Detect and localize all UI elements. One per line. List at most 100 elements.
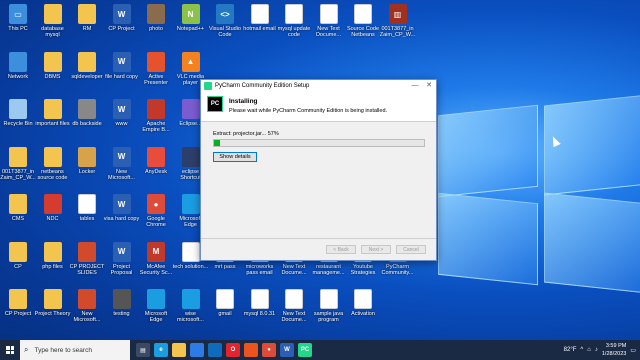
file-icon [9, 51, 27, 72]
desktop-icon[interactable]: DBMS [36, 50, 70, 94]
desktop-icon[interactable]: tables [70, 192, 104, 236]
desktop-icon[interactable]: wise microsoft... [174, 287, 208, 331]
opera-icon[interactable]: O [226, 343, 240, 357]
next-button[interactable]: Next > [361, 245, 391, 254]
tray-chevron-icon[interactable]: ^ [580, 347, 583, 353]
desktop-icon-label: sqldeveloper [71, 73, 103, 80]
desktop-icon[interactable]: New Microsoft... [70, 287, 104, 331]
desktop-icon[interactable]: Microsoft Edge [139, 287, 173, 331]
dialog-titlebar[interactable]: PyCharm Community Edition Setup — ✕ [201, 80, 436, 92]
desktop-icon[interactable]: Project Theory [34, 287, 71, 331]
desktop-icon[interactable]: Apache Empire B... [139, 97, 173, 141]
taskbar-search[interactable]: ⌕ Type here to search [20, 340, 130, 360]
desktop-icon[interactable]: mysql 8.0.31 [243, 287, 277, 331]
cancel-button[interactable]: Cancel [396, 245, 426, 254]
desktop-icon[interactable]: CP PROJECT SLIDES [70, 240, 104, 284]
setup-dialog: PyCharm Community Edition Setup — ✕ PC I… [200, 79, 437, 261]
chrome-icon[interactable]: ● [262, 343, 276, 357]
desktop-icon[interactable]: CMS [1, 192, 35, 236]
recorder-icon[interactable] [244, 343, 258, 357]
desktop-icon[interactable]: sample java program [312, 287, 346, 331]
desktop-icon-label: This PC [8, 26, 28, 32]
desktop-icon[interactable]: Wvisa hard copy [103, 192, 140, 236]
desktop-icon[interactable]: gmail [208, 287, 242, 331]
desktop-icon[interactable]: important files [35, 97, 70, 141]
desktop-icon-label: microworks pass email [245, 263, 274, 276]
desktop-icon[interactable]: NDC [36, 192, 70, 236]
desktop-icon[interactable]: Wwww [105, 97, 139, 141]
desktop-icon-label: RM [82, 26, 92, 32]
desktop-icon[interactable]: ▥ 001T3877_in Zaim_CP_W... [380, 2, 415, 46]
volume-icon[interactable]: ♪ [595, 347, 598, 353]
start-button[interactable] [0, 340, 20, 360]
desktop-icon[interactable]: Wfile hard copy [105, 50, 139, 94]
desktop-icon-label: AnyDesk [144, 168, 167, 175]
desktop-icon[interactable]: testing [105, 287, 139, 331]
file-icon [78, 99, 96, 119]
task-view-icon[interactable]: ▤ [136, 343, 150, 357]
close-button[interactable]: ✕ [422, 80, 436, 92]
desktop-icon[interactable]: Recycle Bin [1, 97, 35, 141]
show-details-button[interactable]: Show details [213, 152, 257, 162]
desktop-icon[interactable]: sqldeveloper [70, 50, 104, 94]
desktop-icon[interactable]: W CP Project [105, 2, 139, 46]
minimize-button[interactable]: — [408, 80, 422, 92]
desktop-icon[interactable]: Active Presenter [139, 50, 173, 94]
file-icon [43, 51, 62, 72]
desktop-icon-label: Network [7, 73, 29, 80]
word-icon[interactable]: W [280, 343, 294, 357]
desktop-icon-label: NDC [46, 216, 59, 222]
notifications-icon[interactable]: ▭ [630, 347, 636, 354]
desktop-icon[interactable]: netbeans source code [36, 145, 70, 189]
mail-icon[interactable] [208, 343, 222, 357]
file-icon: W [112, 4, 131, 24]
weather-text[interactable]: 82°F [564, 347, 577, 353]
desktop-icon[interactable]: W Project Proposal [105, 240, 139, 284]
clock[interactable]: 3:59 PM 1/28/2023 [602, 342, 626, 358]
desktop-icon[interactable]: Network [1, 50, 35, 94]
desktop-icon[interactable]: database mysql [36, 2, 70, 46]
desktop-icon[interactable]: hotmail email [243, 2, 277, 46]
desktop-icon-label: Project Theory [34, 311, 71, 317]
file-icon [147, 99, 165, 119]
desktop-icon[interactable]: W New Microsoft... [105, 145, 139, 189]
desktop-icon-label: McAfee Security Sc... [139, 263, 173, 276]
back-button[interactable]: < Back [326, 245, 356, 254]
store-icon[interactable] [190, 343, 204, 357]
desktop-icon[interactable]: AnyDesk [139, 145, 173, 189]
desktop-icon[interactable]: CP Project [1, 287, 35, 331]
dialog-title: PyCharm Community Edition Setup [215, 83, 310, 89]
desktop-icon[interactable]: Locker [70, 145, 104, 189]
file-icon [9, 241, 27, 262]
desktop-icon[interactable]: New Text Docume... [277, 287, 311, 331]
desktop-icon[interactable]: 001T3877_in Zaim_CP_W... [0, 145, 36, 189]
edge-icon[interactable]: e [154, 343, 168, 357]
desktop-icon[interactable]: photo [139, 2, 173, 46]
pycharm-icon[interactable]: PC [298, 343, 312, 357]
desktop-icon-label: visa hard copy [103, 216, 140, 222]
desktop-icon-label: file hard copy [105, 73, 138, 80]
file-explorer-icon[interactable] [172, 343, 186, 357]
desktop-icon[interactable]: N Notepad++ [174, 2, 208, 46]
desktop-icon[interactable]: ▭ This PC [1, 2, 35, 46]
desktop-icon-label: New Text Docume... [281, 311, 307, 323]
system-tray: 82°F ^ ⌂ ♪ 3:59 PM 1/28/2023 ▭ [564, 342, 640, 358]
desktop-icon[interactable]: <> Visual Studio Code [208, 2, 242, 46]
desktop-icon[interactable]: db backside [70, 97, 104, 141]
desktop-icon[interactable]: RM [70, 2, 104, 46]
desktop-icon[interactable]: Source Code Netbeans [346, 2, 380, 46]
network-icon[interactable]: ⌂ [587, 347, 591, 353]
file-icon [181, 99, 200, 119]
desktop-icon[interactable]: M McAfee Security Sc... [139, 240, 173, 284]
desktop-icon[interactable]: Activation [346, 287, 380, 331]
file-icon: W [112, 51, 131, 72]
file-icon: <> [216, 4, 234, 24]
desktop-icon-label: CP PROJECT SLIDES [69, 263, 105, 276]
desktop-icon[interactable]: CP [1, 240, 35, 284]
progress-bar [213, 139, 425, 147]
file-icon [78, 146, 96, 167]
desktop-icon[interactable]: ● Google Chrome [139, 192, 173, 236]
desktop-icon[interactable]: New Text Docume... [312, 2, 346, 46]
desktop-icon[interactable]: mysql update code [277, 2, 311, 46]
desktop-icon[interactable]: php files [36, 240, 70, 284]
